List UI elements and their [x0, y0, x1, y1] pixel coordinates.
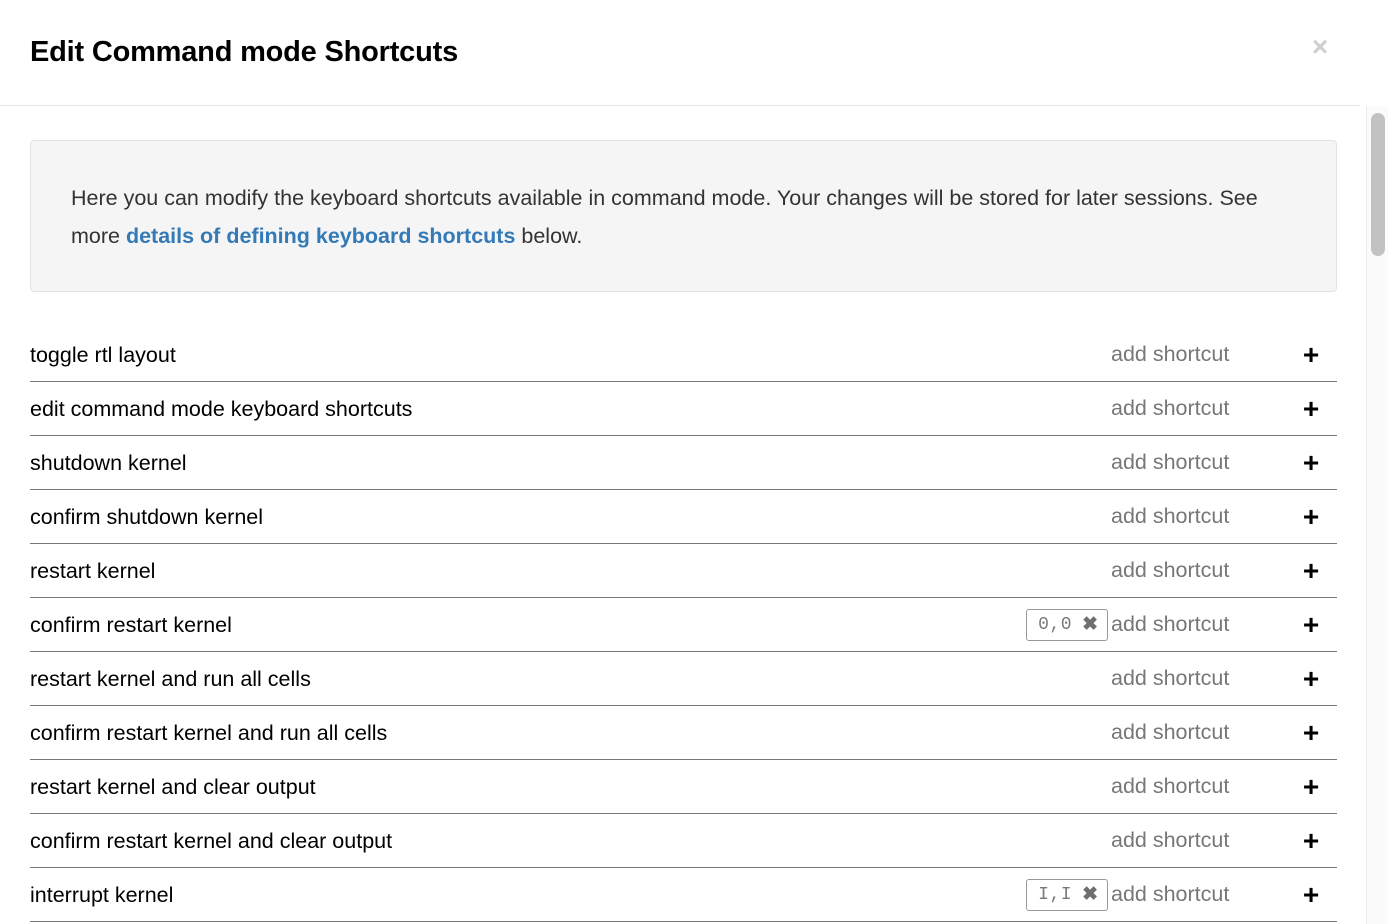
shortcut-list: toggle rtl layout add shortcut + edit comma…: [30, 328, 1337, 922]
scrollbar-thumb[interactable]: [1371, 113, 1385, 256]
shortcut-controls: add shortcut +: [1111, 814, 1337, 867]
shortcut-row: edit command mode keyboard shortcuts add …: [30, 382, 1337, 436]
shortcut-name: confirm shutdown kernel: [30, 504, 264, 529]
shortcut-controls: add shortcut +: [1111, 652, 1337, 705]
add-shortcut-link[interactable]: add shortcut: [1111, 652, 1263, 705]
shortcut-row: restart kernel and run all cells add shor…: [30, 652, 1337, 706]
add-shortcut-link[interactable]: add shortcut: [1111, 490, 1263, 543]
shortcut-name: restart kernel and run all cells: [30, 666, 311, 691]
plus-icon[interactable]: +: [1285, 652, 1337, 705]
vertical-scrollbar[interactable]: [1366, 106, 1388, 924]
shortcut-name: interrupt kernel: [30, 882, 174, 907]
shortcut-name: confirm restart kernel and clear output: [30, 828, 393, 853]
plus-icon[interactable]: +: [1285, 598, 1337, 651]
shortcut-row: confirm restart kernel 0,0 ✖ add shortcut +: [30, 598, 1337, 652]
info-text: Here you can modify the keyboard shortcu…: [71, 179, 1296, 255]
shortcut-controls: add shortcut +: [1111, 328, 1337, 381]
shortcut-controls: I,I ✖ add shortcut +: [1026, 868, 1337, 921]
plus-icon[interactable]: +: [1285, 760, 1337, 813]
shortcut-controls: add shortcut +: [1111, 490, 1337, 543]
shortcut-row: restart kernel add shortcut +: [30, 544, 1337, 598]
plus-icon[interactable]: +: [1285, 544, 1337, 597]
shortcut-row: interrupt kernel I,I ✖ add shortcut +: [30, 868, 1337, 922]
info-box: Here you can modify the keyboard shortcu…: [30, 140, 1337, 292]
shortcut-name: shutdown kernel: [30, 450, 187, 475]
plus-icon[interactable]: +: [1285, 436, 1337, 489]
shortcut-key-text: 0,0: [1038, 614, 1073, 635]
shortcut-row: confirm shutdown kernel add shortcut +: [30, 490, 1337, 544]
info-text-after: below.: [515, 224, 583, 248]
shortcut-row: restart kernel and clear output add short…: [30, 760, 1337, 814]
shortcuts-modal: Edit Command mode Shortcuts × Here you c…: [0, 0, 1394, 924]
shortcut-name: confirm restart kernel: [30, 612, 232, 637]
plus-icon[interactable]: +: [1285, 382, 1337, 435]
close-icon[interactable]: ×: [1300, 27, 1340, 67]
shortcut-controls: add shortcut +: [1111, 544, 1337, 597]
add-shortcut-link[interactable]: add shortcut: [1111, 598, 1263, 651]
add-shortcut-link[interactable]: add shortcut: [1111, 436, 1263, 489]
shortcut-key-chip[interactable]: I,I ✖: [1026, 878, 1108, 911]
add-shortcut-link[interactable]: add shortcut: [1111, 814, 1263, 867]
shortcut-controls: add shortcut +: [1111, 382, 1337, 435]
shortcut-controls: add shortcut +: [1111, 706, 1337, 759]
shortcut-controls: add shortcut +: [1111, 760, 1337, 813]
plus-icon[interactable]: +: [1285, 328, 1337, 381]
right-gutter: [1388, 0, 1394, 924]
plus-icon[interactable]: +: [1285, 490, 1337, 543]
shortcut-name: confirm restart kernel and run all cells: [30, 720, 388, 745]
shortcut-key-text: I,I: [1038, 884, 1073, 905]
shortcut-row: toggle rtl layout add shortcut +: [30, 328, 1337, 382]
shortcut-name: edit command mode keyboard shortcuts: [30, 396, 413, 421]
plus-icon[interactable]: +: [1285, 706, 1337, 759]
plus-icon[interactable]: +: [1285, 868, 1337, 921]
add-shortcut-link[interactable]: add shortcut: [1111, 706, 1263, 759]
shortcut-row: confirm restart kernel and run all cells…: [30, 706, 1337, 760]
shortcut-name: restart kernel: [30, 558, 156, 583]
shortcut-name: toggle rtl layout: [30, 342, 176, 367]
add-shortcut-link[interactable]: add shortcut: [1111, 760, 1263, 813]
plus-icon[interactable]: +: [1285, 814, 1337, 867]
shortcut-controls: 0,0 ✖ add shortcut +: [1026, 598, 1337, 651]
shortcut-controls: add shortcut +: [1111, 436, 1337, 489]
remove-shortcut-icon[interactable]: ✖: [1082, 610, 1098, 640]
modal-header: Edit Command mode Shortcuts ×: [0, 0, 1360, 106]
add-shortcut-link[interactable]: add shortcut: [1111, 544, 1263, 597]
keyboard-shortcuts-details-link[interactable]: details of defining keyboard shortcuts: [126, 224, 515, 248]
shortcut-name: restart kernel and clear output: [30, 774, 316, 799]
add-shortcut-link[interactable]: add shortcut: [1111, 868, 1263, 921]
remove-shortcut-icon[interactable]: ✖: [1082, 880, 1098, 910]
add-shortcut-link[interactable]: add shortcut: [1111, 382, 1263, 435]
shortcut-row: confirm restart kernel and clear output a…: [30, 814, 1337, 868]
page-title: Edit Command mode Shortcuts: [30, 36, 459, 68]
modal-body: Here you can modify the keyboard shortcu…: [0, 106, 1360, 924]
shortcut-key-chip[interactable]: 0,0 ✖: [1026, 608, 1108, 641]
shortcut-row: shutdown kernel add shortcut +: [30, 436, 1337, 490]
add-shortcut-link[interactable]: add shortcut: [1111, 328, 1263, 381]
